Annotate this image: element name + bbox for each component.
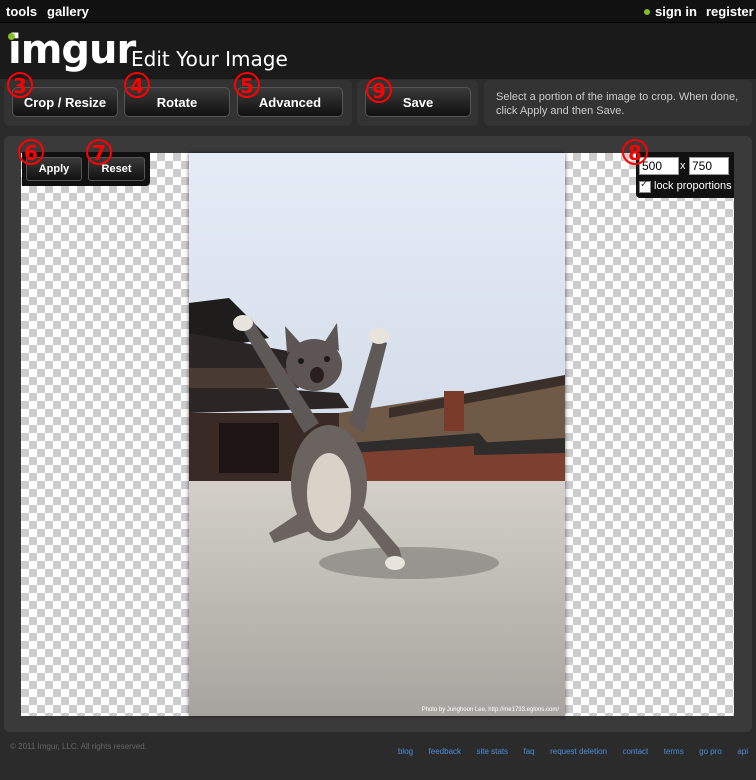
top-nav-bar: tools gallery sign in register (0, 0, 756, 23)
footer-link-request-deletion[interactable]: request deletion (550, 747, 607, 756)
footer-links: blog feedback site stats faq request del… (387, 741, 748, 759)
copyright: © 2011 Imgur, LLC. All rights reserved. (10, 742, 147, 751)
annotation-6: 6 (18, 139, 44, 165)
annotation-5: 5 (234, 72, 260, 98)
lock-proportions-label: lock proportions (654, 180, 732, 192)
footer-link-terms[interactable]: terms (664, 747, 684, 756)
annotation-4: 4 (124, 72, 150, 98)
height-input[interactable] (689, 157, 729, 175)
footer-link-api[interactable]: api (737, 747, 748, 756)
footer-link-go-pro[interactable]: go pro (699, 747, 722, 756)
annotation-7: 7 (86, 139, 112, 165)
page-title: Edit Your Image (131, 47, 288, 71)
footer-link-faq[interactable]: faq (524, 747, 535, 756)
footer-link-blog[interactable]: blog (398, 747, 413, 756)
register-link[interactable]: register (706, 4, 754, 19)
dimensions-panel: x lock proportions (636, 152, 734, 198)
photo-credit: Photo by Junghoon Lee, http://me1733.egl… (421, 707, 559, 713)
online-status-icon (644, 9, 650, 15)
annotation-9: 9 (366, 77, 392, 103)
footer-link-site-stats[interactable]: site stats (476, 747, 508, 756)
tools-link[interactable]: tools (6, 4, 37, 19)
annotation-8: 8 (622, 139, 648, 165)
gallery-link[interactable]: gallery (47, 4, 89, 19)
footer-link-contact[interactable]: contact (622, 747, 648, 756)
crop-hint-text: Select a portion of the image to crop. W… (496, 91, 739, 117)
dimension-separator: x (680, 160, 686, 172)
edited-image[interactable]: Photo by Junghoon Lee, http://me1733.egl… (189, 153, 565, 716)
footer-link-feedback[interactable]: feedback (429, 747, 461, 756)
sign-in-link[interactable]: sign in (655, 4, 697, 19)
lock-proportions-checkbox[interactable] (639, 179, 651, 193)
annotation-3: 3 (7, 72, 33, 98)
logo-dot-icon (8, 33, 15, 40)
imgur-logo[interactable]: imgur (8, 30, 136, 70)
